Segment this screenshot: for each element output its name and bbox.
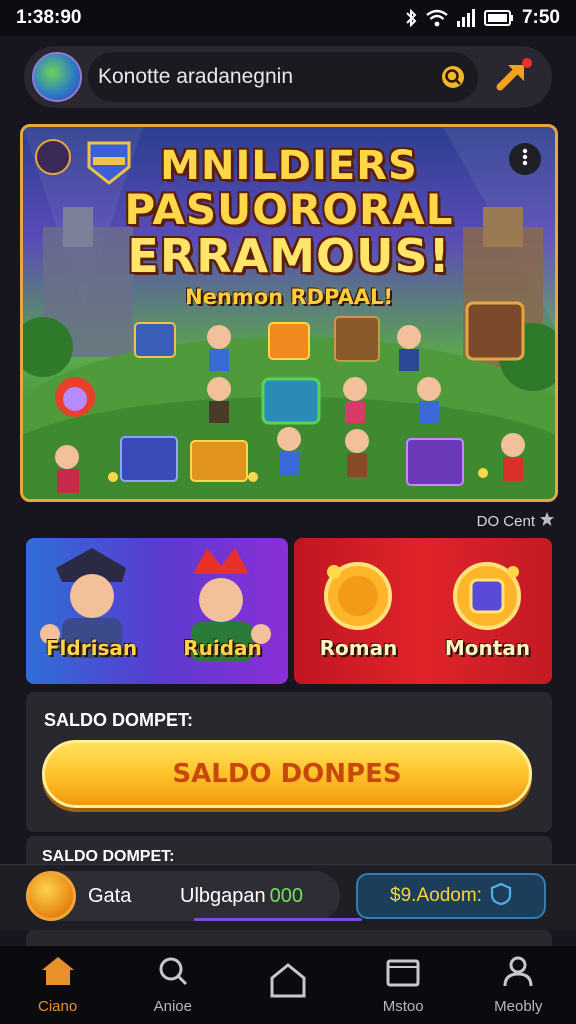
wallet-balance-button[interactable]: SALDO DONPES [42, 740, 532, 808]
nav-item-center[interactable] [238, 962, 338, 1009]
card-label: Fldrisan [45, 636, 138, 660]
promo-banner[interactable]: MNILDIERS PASUORORAL ERRAMOUS! Nenmon RD… [20, 124, 558, 502]
status-time: 1:38:90 [16, 7, 82, 28]
card-label: Montan [444, 636, 531, 660]
search-input[interactable]: Konotte aradanegnin [88, 52, 478, 102]
gem-coin-icon [453, 562, 521, 630]
search-icon [157, 955, 189, 992]
more-vertical-icon [522, 148, 528, 171]
search-text: Konotte aradanegnin [98, 65, 293, 88]
hero-card-group: Fldrisan Ruidan [26, 538, 288, 684]
card-label: Roman [319, 636, 398, 660]
shield-icon [490, 882, 512, 911]
gold-coin-icon [26, 871, 76, 921]
money-button[interactable]: $9.Aodom: [356, 873, 546, 919]
bluetooth-icon [404, 9, 418, 27]
status-bar: 1:38:90 7:50 [0, 0, 576, 36]
status-icons: 7:50 [404, 7, 560, 29]
search-icon[interactable] [440, 64, 466, 90]
banner-menu-button[interactable] [509, 143, 541, 175]
folder-icon [386, 955, 420, 992]
nav-label: Mstoo [382, 998, 424, 1015]
banner-credit: DO Cent [477, 512, 554, 530]
house-outline-icon [269, 962, 307, 1003]
wallet-panel: SALDO DOMPET: SALDO DONPES [26, 692, 552, 832]
credit-text: DO Cent [476, 512, 535, 530]
banner-title-line2: PASUORORAL [124, 185, 454, 234]
balance-label: Ulbgapan [180, 884, 266, 907]
bottom-nav: Ciano Anioe Mstoo Meobly [0, 946, 576, 1024]
nav-item-search[interactable]: Anioe [123, 955, 223, 1015]
category-card-montan[interactable]: Montan [423, 538, 552, 684]
wifi-icon [426, 9, 448, 27]
boost-button[interactable] [484, 52, 544, 102]
home-icon [40, 955, 76, 992]
nav-label: Meobly [494, 998, 543, 1015]
user-icon [502, 955, 534, 992]
battery-icon [483, 10, 514, 26]
category-card-roman[interactable]: Roman [294, 538, 423, 684]
category-cards: Fldrisan Ruidan Roman Montan [26, 538, 552, 684]
nav-label: Anioe [153, 998, 192, 1015]
arrow-up-right-icon [494, 55, 534, 100]
gold-coin-icon [324, 562, 392, 630]
pill-underline [194, 918, 362, 921]
category-card-fldrisan[interactable]: Fldrisan [26, 538, 157, 684]
balance-bar: Gata Ulbgapan 000 $9.Aodom: [0, 864, 576, 930]
nav-item-mstoo[interactable]: Mstoo [353, 955, 453, 1015]
nav-item-home[interactable]: Ciano [8, 955, 108, 1015]
status-clock: 7:50 [521, 7, 560, 28]
category-card-ruidan[interactable]: Ruidan [157, 538, 288, 684]
hero-portrait-icon [191, 548, 271, 662]
signal-icon [456, 9, 476, 27]
nav-item-profile[interactable]: Meobly [468, 955, 568, 1015]
avatar[interactable] [32, 52, 82, 102]
coin-card-group: Roman Montan [294, 538, 552, 684]
banner-title-line3: ERRAMOUS! [127, 229, 451, 283]
card-label: Ruidan [183, 636, 262, 660]
nav-label: Ciano [37, 998, 78, 1015]
panel-edge [26, 930, 552, 946]
balance-value: 000 [269, 884, 303, 907]
wallet-label: SALDO DOMPET: [44, 710, 194, 730]
coin-balance-pill[interactable]: Gata Ulbgapan 000 [26, 871, 362, 921]
coin-label: Gata [88, 884, 132, 907]
banner-title-line1: MNILDIERS [160, 143, 418, 189]
banner-subtitle: Nenmon RDPAAL! [185, 285, 393, 309]
app-header: Konotte aradanegnin [24, 46, 552, 108]
hero-portrait-icon [40, 548, 126, 658]
star-icon [540, 512, 554, 530]
money-text: $9.Aodom: [390, 885, 482, 906]
